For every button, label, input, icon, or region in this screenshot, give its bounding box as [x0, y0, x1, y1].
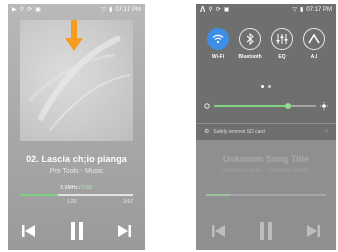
next-icon [304, 222, 322, 240]
ak-logo-icon: Λ [200, 5, 206, 14]
dimmed-playback-controls [196, 219, 336, 243]
quick-toggles: Wi-Fi Bluetooth EQ A.I [196, 28, 336, 60]
pause-icon [257, 222, 275, 240]
image-icon: ▣ [223, 7, 230, 13]
image-icon: ▣ [35, 7, 41, 13]
left-player-screen: ▶ ⚲ ⟳ ▣ ▽ ▮ 07:17 PM 02. Lascia ch;io pi… [8, 4, 145, 250]
sync-icon: ⟳ [27, 7, 33, 13]
pause-icon[interactable] [68, 222, 86, 240]
page-indicator [196, 85, 336, 88]
page-dot-active [261, 85, 264, 88]
sd-card-icon: ⚙ [204, 129, 210, 135]
seek-bar[interactable] [20, 194, 133, 196]
ai-logo-icon[interactable] [303, 28, 325, 50]
track-subtitle: Pro Tools - Music [49, 168, 104, 175]
dimmed-seek-fill [206, 194, 230, 196]
wifi-icon[interactable] [207, 28, 229, 50]
toggle-bluetooth[interactable]: Bluetooth [235, 28, 265, 60]
brightness-slider[interactable] [204, 101, 328, 111]
wifi-icon: ▽ [292, 7, 297, 13]
brightness-low-icon [204, 103, 210, 109]
sync-icon: ⟳ [215, 7, 221, 13]
notification-row[interactable]: ⚙ Safely remove SD card ▿ [196, 123, 336, 139]
status-time: 07:17 PM [306, 7, 332, 13]
brightness-high-icon [320, 102, 328, 110]
elapsed-time: 1:20 [66, 199, 77, 205]
quick-settings-panel: Λ ⚲ ⟳ ▣ ▽ ▮ 07:17 PM Wi-Fi Bluetooth EQ … [196, 4, 336, 140]
time-row: 1:20 3:57 [20, 199, 133, 205]
equalizer-icon[interactable] [271, 28, 293, 50]
down-arrow-annotation [65, 20, 83, 51]
play-icon: ▶ [12, 7, 17, 13]
bluetooth-icon[interactable] [239, 28, 261, 50]
previous-icon [210, 222, 228, 240]
toggle-label: EQ [278, 54, 286, 60]
quality-bits: DSD [81, 185, 93, 191]
toggle-eq[interactable]: EQ [267, 28, 297, 60]
battery-icon: ▮ [109, 7, 113, 13]
quality-separator: / [79, 185, 81, 191]
brightness-fill [214, 105, 289, 107]
track-title: 02. Lascia ch;io pianga [26, 154, 127, 164]
brightness-knob[interactable] [285, 103, 292, 109]
page-dot [268, 85, 271, 88]
status-time: 07:17 PM [115, 7, 141, 13]
toggle-label: Bluetooth [238, 54, 262, 60]
toggle-label: A.I [310, 54, 318, 60]
seek-bar-fill [20, 194, 59, 196]
usb-icon: ⚲ [19, 7, 25, 13]
status-bar: Λ ⚲ ⟳ ▣ ▽ ▮ 07:17 PM [196, 4, 336, 16]
quality-rate: 5.6MHz [60, 185, 78, 191]
toggle-ai[interactable]: A.I [299, 28, 329, 60]
expand-chevron-icon[interactable]: ▿ [325, 128, 328, 135]
audio-quality: 5.6MHz / DSD [8, 185, 145, 191]
notification-text: Safely remove SD card [213, 128, 265, 135]
battery-icon: ▮ [300, 7, 304, 13]
toggle-wifi[interactable]: Wi-Fi [203, 28, 233, 60]
wifi-icon: ▽ [101, 7, 106, 13]
status-bar: ▶ ⚲ ⟳ ▣ ▽ ▮ 07:17 PM [8, 4, 145, 16]
next-icon[interactable] [115, 222, 133, 240]
usb-icon: ⚲ [208, 7, 213, 13]
playback-controls [8, 219, 145, 243]
toggle-label: Wi-Fi [211, 54, 225, 60]
total-time: 3:57 [123, 199, 133, 205]
previous-icon[interactable] [20, 222, 38, 240]
dimmed-seek-bar [206, 194, 326, 196]
dimmed-track-title: Unknown Song Title [222, 154, 310, 164]
right-quick-settings-screen: Λ ⚲ ⟳ ▣ ▽ ▮ 07:17 PM Wi-Fi Bluetooth EQ … [196, 4, 336, 250]
dimmed-track-subtitle: Unknown artist - Unknown album [221, 168, 311, 174]
brightness-track[interactable] [214, 103, 316, 109]
